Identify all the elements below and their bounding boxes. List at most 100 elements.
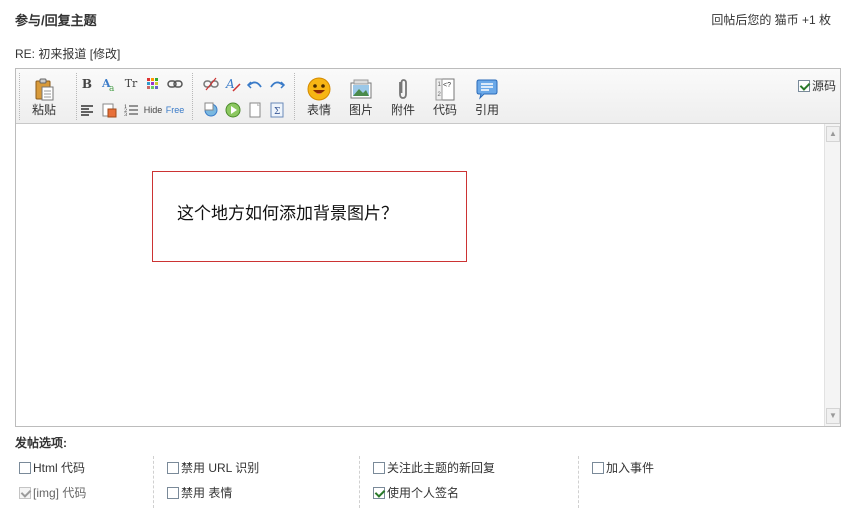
insert-web-button[interactable] [202,101,220,119]
subject-row: RE: 初来报道 [修改] [15,45,120,62]
post-content-text: 这个地方如何添加背景图片？ [177,204,398,224]
follow-replies-label: 关注此主题的新回复 [387,461,496,475]
option-disable-url[interactable]: 禁用 URL 识别 [167,459,259,476]
disable-emoticon-checkbox[interactable] [167,487,179,499]
editor-content-area[interactable]: 这个地方如何添加背景图片？ [16,124,824,426]
img-code-checkbox [19,487,31,499]
image-icon [350,79,372,99]
option-add-event[interactable]: 加入事件 [592,459,654,476]
quote-label: 引用 [474,103,499,117]
undo-icon [246,81,262,89]
options-separator [359,456,360,508]
svg-text:Σ: Σ [274,107,280,117]
hide-icon: Hide [143,105,163,115]
code-icon: 1 2 <? [435,78,455,101]
free-button[interactable]: Free [165,101,185,119]
use-signature-checkbox[interactable] [373,487,385,499]
options-separator [153,456,154,508]
edit-subject-link[interactable]: [修改] [90,47,121,61]
option-disable-emoticon[interactable]: 禁用 表情 [167,484,232,501]
formula-icon: Σ [270,102,284,118]
emoticon-button[interactable]: 表情 [301,75,337,119]
disable-url-checkbox[interactable] [167,462,179,474]
hide-button[interactable]: Hide [142,101,164,119]
source-mode-toggle[interactable]: 源码 [797,77,836,94]
svg-text:3: 3 [124,112,127,118]
disable-url-label: 禁用 URL 识别 [181,461,260,475]
paste-button[interactable]: 粘贴 [26,75,62,119]
font-size-icon: Tr [124,77,138,90]
source-checkbox[interactable] [797,80,810,92]
media-icon [225,102,241,118]
float-image-button[interactable] [100,101,118,119]
quote-button[interactable]: 引用 [469,75,505,119]
page-icon [249,102,261,118]
paste-label: 粘贴 [31,103,56,117]
quote-icon [476,79,498,100]
bold-icon: B [81,77,93,91]
remove-format-button[interactable]: A [224,75,242,93]
code-button[interactable]: 1 2 <? 代码 [427,75,463,119]
formula-button[interactable]: Σ [268,101,286,119]
image-button[interactable]: 图片 [343,75,379,119]
content-text-box: 这个地方如何添加背景图片？ [152,171,467,262]
link-button[interactable] [166,75,184,93]
font-color-icon: A a [101,77,115,94]
font-color-button[interactable]: A a [100,75,118,94]
add-event-checkbox[interactable] [592,462,604,474]
redo-button[interactable] [268,75,286,93]
toolbar-separator [76,73,77,120]
option-html-code[interactable]: Html 代码 [19,459,85,476]
attachment-button[interactable]: 附件 [385,75,421,119]
post-editor: 粘贴 B A a Tr 1 2 3 Hide Free A Σ 表情 图片 附件… [15,68,841,427]
align-button[interactable] [78,101,96,119]
bold-button[interactable]: B [78,75,96,93]
option-use-signature[interactable]: 使用个人签名 [373,484,459,501]
editor-toolbar: 粘贴 B A a Tr 1 2 3 Hide Free A Σ 表情 图片 附件… [16,69,840,124]
page-title: 参与/回复主题 [15,13,97,28]
toolbar-separator [294,73,295,120]
color-grid-button[interactable] [144,75,162,93]
reward-info: 回帖后您的 猫币 +1 枚 [711,13,831,27]
unlink-button[interactable] [202,75,220,93]
insert-media-button[interactable] [224,101,242,119]
html-code-checkbox[interactable] [19,462,31,474]
html-code-label: Html 代码 [33,461,85,475]
svg-text:<?: <? [443,82,451,89]
free-icon: Free [165,105,185,115]
post-options-title: 发帖选项: [15,436,67,450]
color-grid-icon [147,78,158,89]
insert-page-button[interactable] [246,101,264,119]
toolbar-separator [192,73,193,120]
editor-scrollbar[interactable]: ▲ ▼ [824,124,840,426]
font-size-button[interactable]: Tr [122,75,140,93]
svg-text:A: A [225,77,235,91]
paperclip-icon [399,79,407,99]
source-label: 源码 [811,79,836,93]
align-left-icon [81,105,93,116]
attachment-label: 附件 [390,103,415,117]
float-image-icon [102,103,117,118]
subject-text: RE: 初来报道 [15,47,87,61]
smiley-icon [307,77,331,101]
scroll-down-button[interactable]: ▼ [826,408,840,424]
toolbar-separator [19,73,20,120]
emoticon-label: 表情 [306,103,331,117]
list-icon: 1 2 3 [124,104,138,118]
redo-icon [270,81,286,89]
svg-text:a: a [109,84,115,93]
unlink-icon [203,77,219,91]
option-img-code: [img] 代码 [19,484,86,501]
option-follow-replies[interactable]: 关注此主题的新回复 [373,459,495,476]
paste-icon [35,78,54,101]
follow-replies-checkbox[interactable] [373,462,385,474]
list-button[interactable]: 1 2 3 [122,101,140,119]
image-label: 图片 [348,103,373,117]
undo-button[interactable] [246,75,264,93]
use-signature-label: 使用个人签名 [387,486,460,500]
scroll-up-button[interactable]: ▲ [826,126,840,142]
img-code-label: [img] 代码 [33,486,87,500]
add-event-label: 加入事件 [606,461,655,475]
code-label: 代码 [432,103,457,117]
link-icon [167,80,183,88]
